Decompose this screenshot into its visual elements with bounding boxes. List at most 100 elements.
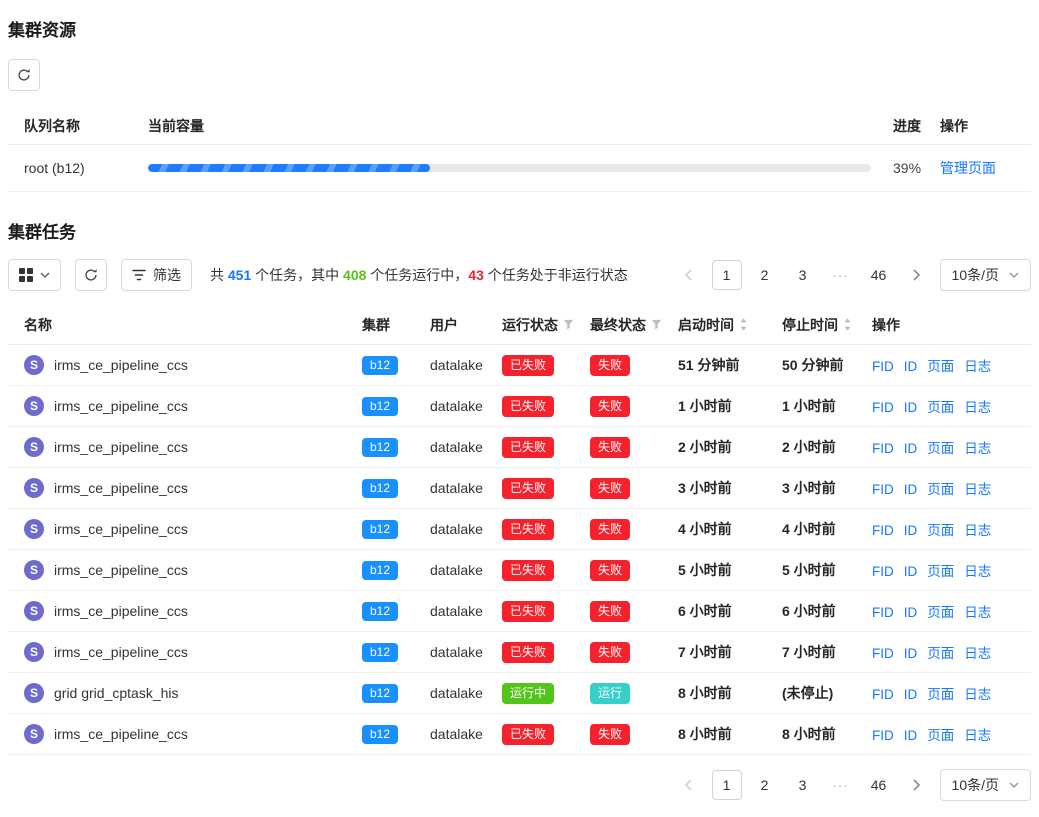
pagination-ellipsis: ···: [826, 770, 856, 800]
action-link-log[interactable]: 日志: [964, 605, 991, 620]
row-actions: FID ID 页面日志: [872, 396, 1031, 416]
filter-funnel-icon[interactable]: [563, 319, 574, 330]
page-button-2[interactable]: 2: [750, 260, 780, 290]
task-name: irms_ce_pipeline_ccs: [54, 480, 188, 496]
page-size-select[interactable]: 10条/页: [940, 769, 1031, 801]
run-status-badge: 已失败: [502, 478, 554, 499]
table-row: S irms_ce_pipeline_ccs b12 datalake 已失败 …: [8, 509, 1031, 550]
stop-time: 50 分钟前: [782, 355, 872, 375]
action-link-log[interactable]: 日志: [964, 482, 991, 497]
next-page-button[interactable]: [902, 260, 932, 290]
action-link-fid[interactable]: FID: [872, 400, 894, 415]
start-time: 7 小时前: [678, 642, 782, 662]
action-link-id[interactable]: ID: [904, 564, 918, 579]
prev-page-button[interactable]: [674, 260, 704, 290]
col-start-time: 启动时间: [678, 315, 734, 335]
row-actions: FID ID 页面日志: [872, 683, 1031, 703]
stop-time: 2 小时前: [782, 437, 872, 457]
page-button-2[interactable]: 2: [750, 770, 780, 800]
action-link-page[interactable]: 页面: [927, 482, 954, 497]
page-button-46[interactable]: 46: [864, 260, 894, 290]
action-link-log[interactable]: 日志: [964, 359, 991, 374]
action-link-log[interactable]: 日志: [964, 523, 991, 538]
action-link-page[interactable]: 页面: [927, 605, 954, 620]
tasks-section-title: 集群任务: [8, 218, 1031, 243]
action-link-fid[interactable]: FID: [872, 482, 894, 497]
start-time: 8 小时前: [678, 683, 782, 703]
action-link-fid[interactable]: FID: [872, 359, 894, 374]
action-link-page[interactable]: 页面: [927, 523, 954, 538]
table-row: S irms_ce_pipeline_ccs b12 datalake 已失败 …: [8, 386, 1031, 427]
run-status-badge: 已失败: [502, 642, 554, 663]
action-link-page[interactable]: 页面: [927, 400, 954, 415]
next-page-button[interactable]: [902, 770, 932, 800]
task-name: irms_ce_pipeline_ccs: [54, 603, 188, 619]
action-link-fid[interactable]: FID: [872, 687, 894, 702]
cluster-badge: b12: [362, 561, 398, 580]
start-time: 8 小时前: [678, 724, 782, 744]
page-button-1[interactable]: 1: [712, 260, 742, 290]
manage-page-link[interactable]: 管理页面: [940, 160, 996, 176]
action-link-fid[interactable]: FID: [872, 728, 894, 743]
action-link-fid[interactable]: FID: [872, 646, 894, 661]
prev-page-button[interactable]: [674, 770, 704, 800]
task-name: irms_ce_pipeline_ccs: [54, 439, 188, 455]
action-link-id[interactable]: ID: [904, 646, 918, 661]
start-time: 4 小时前: [678, 519, 782, 539]
final-status-badge: 失败: [590, 642, 630, 663]
col-queue-name: 队列名称: [8, 116, 148, 136]
action-link-log[interactable]: 日志: [964, 400, 991, 415]
action-link-log[interactable]: 日志: [964, 728, 991, 743]
action-link-id[interactable]: ID: [904, 605, 918, 620]
action-link-fid[interactable]: FID: [872, 441, 894, 456]
table-row: S irms_ce_pipeline_ccs b12 datalake 已失败 …: [8, 427, 1031, 468]
action-link-id[interactable]: ID: [904, 359, 918, 374]
action-link-log[interactable]: 日志: [964, 564, 991, 579]
resource-row: root (b12) 39% 管理页面: [8, 145, 1031, 192]
task-user: datalake: [430, 603, 502, 619]
action-link-page[interactable]: 页面: [927, 646, 954, 661]
cluster-badge: b12: [362, 479, 398, 498]
filter-button[interactable]: 筛选: [121, 259, 192, 291]
action-link-log[interactable]: 日志: [964, 687, 991, 702]
page-button-3[interactable]: 3: [788, 770, 818, 800]
action-link-fid[interactable]: FID: [872, 605, 894, 620]
action-link-id[interactable]: ID: [904, 441, 918, 456]
refresh-resources-button[interactable]: [8, 59, 40, 91]
table-row: S irms_ce_pipeline_ccs b12 datalake 已失败 …: [8, 591, 1031, 632]
action-link-page[interactable]: 页面: [927, 564, 954, 579]
page-size-select[interactable]: 10条/页: [940, 259, 1031, 291]
row-actions: FID ID 页面日志: [872, 642, 1031, 662]
page-button-3[interactable]: 3: [788, 260, 818, 290]
action-link-page[interactable]: 页面: [927, 728, 954, 743]
action-link-page[interactable]: 页面: [927, 441, 954, 456]
action-link-fid[interactable]: FID: [872, 523, 894, 538]
filter-funnel-icon[interactable]: [651, 319, 662, 330]
action-link-id[interactable]: ID: [904, 687, 918, 702]
action-link-log[interactable]: 日志: [964, 646, 991, 661]
sort-icon[interactable]: [843, 318, 852, 331]
action-link-page[interactable]: 页面: [927, 359, 954, 374]
run-status-badge: 已失败: [502, 519, 554, 540]
sort-icon[interactable]: [739, 318, 748, 331]
start-time: 5 小时前: [678, 560, 782, 580]
table-row: S irms_ce_pipeline_ccs b12 datalake 已失败 …: [8, 345, 1031, 386]
layout-button[interactable]: [8, 259, 61, 291]
refresh-icon: [84, 268, 98, 282]
action-link-id[interactable]: ID: [904, 400, 918, 415]
page-button-46[interactable]: 46: [864, 770, 894, 800]
task-name: irms_ce_pipeline_ccs: [54, 562, 188, 578]
task-user: datalake: [430, 439, 502, 455]
task-user: datalake: [430, 685, 502, 701]
action-link-page[interactable]: 页面: [927, 687, 954, 702]
action-link-log[interactable]: 日志: [964, 441, 991, 456]
action-link-id[interactable]: ID: [904, 728, 918, 743]
refresh-tasks-button[interactable]: [75, 259, 107, 291]
page-button-1[interactable]: 1: [712, 770, 742, 800]
action-link-id[interactable]: ID: [904, 482, 918, 497]
cluster-badge: b12: [362, 356, 398, 375]
start-time: 1 小时前: [678, 396, 782, 416]
action-link-fid[interactable]: FID: [872, 564, 894, 579]
spark-avatar: S: [24, 560, 44, 580]
action-link-id[interactable]: ID: [904, 523, 918, 538]
